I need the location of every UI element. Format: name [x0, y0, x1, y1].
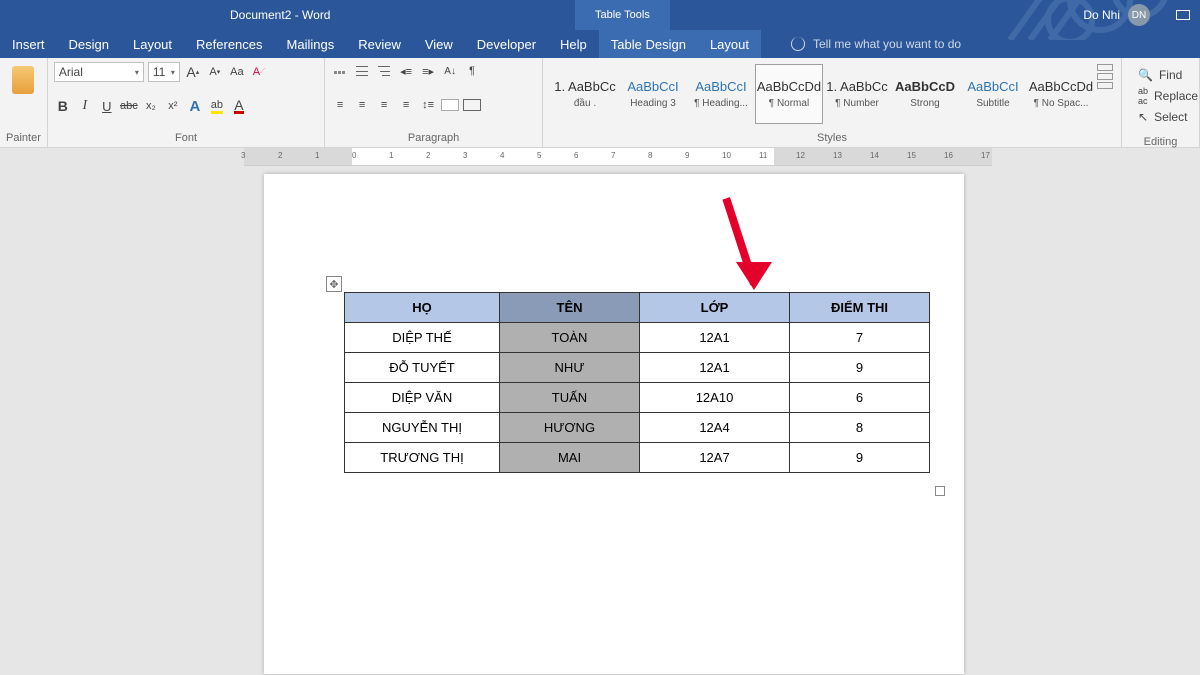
style-heading[interactable]: AaBbCcI¶ Heading... [687, 64, 755, 124]
menu-table-layout[interactable]: Layout [698, 30, 761, 58]
style-number[interactable]: 1. AaBbCc¶ Number [823, 64, 891, 124]
col-lop[interactable]: LỚP [640, 293, 790, 323]
page[interactable]: HỌ TÊN LỚP ĐIỂM THI DIỆP THẾTOÀN12A17ĐỖ … [264, 174, 964, 674]
multilevel-icon[interactable] [375, 62, 393, 80]
justify-icon[interactable]: ≡ [397, 96, 415, 114]
sort-icon[interactable]: A↓ [441, 62, 459, 80]
menu-mailings[interactable]: Mailings [275, 30, 347, 58]
cursor-icon: ↖ [1138, 110, 1148, 124]
replace-icon: abac [1138, 86, 1148, 106]
text-effects-icon[interactable]: A [186, 97, 204, 115]
table-header-row: HỌ TÊN LỚP ĐIỂM THI [345, 293, 930, 323]
table-row[interactable]: TRƯƠNG THỊMAI12A79 [345, 443, 930, 473]
font-size-combo[interactable]: 11▾ [148, 62, 180, 82]
title-bar: Document2 - Word Table Tools Do Nhi DN [0, 0, 1200, 30]
col-diem[interactable]: ĐIỂM THI [790, 293, 930, 323]
superscript-button[interactable]: x² [164, 97, 182, 115]
bullets-icon[interactable] [331, 62, 349, 80]
style-heading3[interactable]: AaBbCcIHeading 3 [619, 64, 687, 124]
style-u[interactable]: 1. AaBbCcđầu . [551, 64, 619, 124]
clear-format-icon[interactable]: A⟋ [250, 63, 268, 81]
shading-icon[interactable] [441, 99, 459, 111]
table-row[interactable]: ĐỖ TUYẾTNHƯ12A19 [345, 353, 930, 383]
style-subtitle[interactable]: AaBbCcISubtitle [959, 64, 1027, 124]
table-move-handle[interactable]: ✥ [326, 276, 342, 292]
italic-button[interactable]: I [76, 97, 94, 115]
table-row[interactable]: DIỆP THẾTOÀN12A17 [345, 323, 930, 353]
change-case-icon[interactable]: Aa [228, 63, 246, 81]
strikethrough-button[interactable]: abc [120, 97, 138, 115]
ribbon-display-icon[interactable] [1176, 10, 1190, 20]
menu-view[interactable]: View [413, 30, 465, 58]
group-styles: 1. AaBbCcđầu .AaBbCcIHeading 3AaBbCcI¶ H… [543, 58, 1122, 147]
numbering-icon[interactable] [353, 62, 371, 80]
table-tools-tab[interactable]: Table Tools [575, 0, 670, 30]
menu-references[interactable]: References [184, 30, 274, 58]
user-area[interactable]: Do Nhi DN [1083, 4, 1150, 26]
menu-layout[interactable]: Layout [121, 30, 184, 58]
menu-review[interactable]: Review [346, 30, 413, 58]
styles-gallery[interactable]: 1. AaBbCcđầu .AaBbCcIHeading 3AaBbCcI¶ H… [549, 62, 1115, 126]
user-name: Do Nhi [1083, 8, 1120, 22]
borders-icon[interactable] [463, 99, 481, 111]
menu-insert[interactable]: Insert [0, 30, 57, 58]
replace-button[interactable]: abacReplace [1138, 86, 1183, 106]
ribbon: Painter Arial▾ 11▾ A▴ A▾ Aa A⟋ B I U abc… [0, 58, 1200, 148]
user-avatar[interactable]: DN [1128, 4, 1150, 26]
align-center-icon[interactable]: ≡ [353, 96, 371, 114]
menu-design[interactable]: Design [57, 30, 121, 58]
align-left-icon[interactable]: ≡ [331, 96, 349, 114]
line-spacing-icon[interactable]: ↕≡ [419, 96, 437, 114]
menu-help[interactable]: Help [548, 30, 599, 58]
font-name-combo[interactable]: Arial▾ [54, 62, 144, 82]
highlight-button[interactable]: ab [208, 97, 226, 115]
style-strong[interactable]: AaBbCcDStrong [891, 64, 959, 124]
tell-me[interactable]: Tell me what you want to do [791, 37, 961, 51]
table-resize-handle[interactable] [935, 486, 945, 496]
underline-button[interactable]: U [98, 97, 116, 115]
table-row[interactable]: NGUYỄN THỊHƯƠNG12A48 [345, 413, 930, 443]
style-normal[interactable]: AaBbCcDd¶ Normal [755, 64, 823, 124]
group-clipboard: Painter [0, 58, 48, 147]
col-ho[interactable]: HỌ [345, 293, 500, 323]
horizontal-ruler[interactable]: 32101234567891011121314151617 [244, 148, 992, 166]
align-right-icon[interactable]: ≡ [375, 96, 393, 114]
document-title: Document2 - Word [230, 8, 330, 22]
search-icon: 🔍 [1138, 68, 1153, 82]
annotation-arrow [750, 194, 758, 284]
group-editing: 🔍Find abacReplace ↖Select Editing [1122, 58, 1200, 147]
styles-more-icon[interactable] [1097, 64, 1113, 89]
shrink-font-icon[interactable]: A▾ [206, 63, 224, 81]
group-font: Arial▾ 11▾ A▴ A▾ Aa A⟋ B I U abc x₂ x² A… [48, 58, 325, 147]
increase-indent-icon[interactable]: ≡▸ [419, 62, 437, 80]
data-table[interactable]: HỌ TÊN LỚP ĐIỂM THI DIỆP THẾTOÀN12A17ĐỖ … [344, 292, 930, 473]
format-painter-icon[interactable] [12, 66, 34, 94]
subscript-button[interactable]: x₂ [142, 97, 160, 115]
table-row[interactable]: DIỆP VĂNTUẤN12A106 [345, 383, 930, 413]
col-ten[interactable]: TÊN [500, 293, 640, 323]
lightbulb-icon [791, 37, 805, 51]
find-button[interactable]: 🔍Find [1138, 68, 1183, 82]
decrease-indent-icon[interactable]: ◂≡ [397, 62, 415, 80]
grow-font-icon[interactable]: A▴ [184, 63, 202, 81]
menu-developer[interactable]: Developer [465, 30, 548, 58]
bold-button[interactable]: B [54, 97, 72, 115]
select-button[interactable]: ↖Select [1138, 110, 1183, 124]
show-marks-icon[interactable]: ¶ [463, 62, 481, 80]
font-color-button[interactable]: A [230, 97, 248, 115]
style-nospac[interactable]: AaBbCcDd¶ No Spac... [1027, 64, 1095, 124]
menu-table-design[interactable]: Table Design [599, 30, 698, 58]
document-area: HỌ TÊN LỚP ĐIỂM THI DIỆP THẾTOÀN12A17ĐỖ … [0, 166, 1200, 675]
group-paragraph: ◂≡ ≡▸ A↓ ¶ ≡ ≡ ≡ ≡ ↕≡ Paragraph [325, 58, 543, 147]
